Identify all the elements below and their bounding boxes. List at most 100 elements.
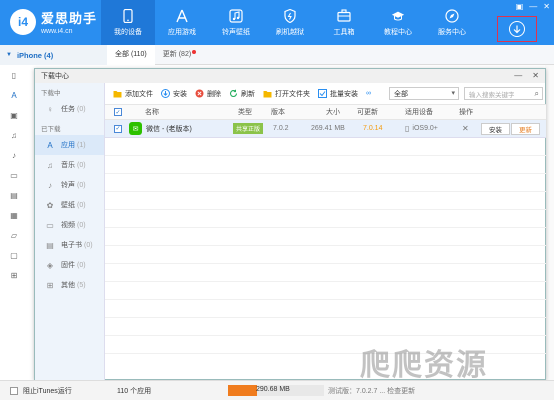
tab-updates[interactable]: 更新 (82) bbox=[155, 45, 199, 65]
book-icon: ▤ bbox=[46, 240, 54, 250]
header-device[interactable]: 适用设备 bbox=[405, 105, 433, 119]
add-file-button[interactable]: 添加文件 bbox=[113, 89, 153, 99]
video-icon[interactable]: ▭ bbox=[0, 165, 28, 185]
link-icon[interactable]: ∞ bbox=[366, 90, 371, 97]
select-all-checkbox[interactable]: ✓ bbox=[114, 108, 122, 116]
video-icon: ▭ bbox=[46, 220, 54, 230]
refresh-icon bbox=[229, 89, 238, 98]
download-icon bbox=[509, 21, 525, 37]
graduation-icon bbox=[391, 9, 405, 23]
empty-row bbox=[105, 282, 546, 300]
sidebar-item-apps[interactable]: A 应用 (1) bbox=[35, 135, 104, 155]
search-icon: ⌕ bbox=[534, 89, 539, 98]
table-row[interactable]: ✓ ✉ 微信 - (老版本) 共享正版 7.0.2 269.41 MB 7.0.… bbox=[105, 120, 546, 138]
download-center-dialog: 下载中心 — ✕ 下载中 ♀ 任务 (0) 已下载 A 应用 (1) ♫ 音乐 … bbox=[34, 68, 546, 380]
sidebar-item-wallpapers[interactable]: ✿ 壁纸 (0) bbox=[35, 195, 104, 215]
empty-row bbox=[105, 300, 546, 318]
header-type[interactable]: 类型 bbox=[238, 105, 252, 119]
install-button[interactable]: 安装 bbox=[161, 89, 187, 99]
compatible-device: iOS9.0+ bbox=[412, 125, 438, 132]
delete-button[interactable]: 删除 bbox=[195, 89, 221, 99]
folder-icon[interactable]: ▱ bbox=[0, 225, 28, 245]
sidebar-item-firmware[interactable]: ◈ 固件 (0) bbox=[35, 255, 104, 275]
nav-tutorials[interactable]: 教程中心 bbox=[371, 0, 425, 45]
sidebar-item-ebooks[interactable]: ▤ 电子书 (0) bbox=[35, 235, 104, 255]
lightbulb-icon: ♀ bbox=[47, 104, 53, 114]
batch-install-button[interactable]: 批量安装 bbox=[318, 89, 358, 99]
tab-all[interactable]: 全部 (110) bbox=[107, 45, 155, 65]
book-icon[interactable]: ▤ bbox=[0, 185, 28, 205]
nav-label: 铃声壁纸 bbox=[222, 28, 250, 36]
button-label: 安装 bbox=[173, 90, 187, 98]
image-icon[interactable]: ▣ bbox=[0, 105, 28, 125]
nav-toolbox[interactable]: 工具箱 bbox=[317, 0, 371, 45]
compass-icon bbox=[445, 8, 459, 23]
logo-mark: i4 bbox=[10, 8, 36, 35]
grid-icon[interactable]: ⊞ bbox=[0, 265, 28, 285]
file-icon[interactable]: ▦ bbox=[0, 205, 28, 225]
sidebar-item-count: (0) bbox=[77, 261, 86, 269]
window-controls: ▣ — ✕ bbox=[516, 2, 550, 11]
header-size[interactable]: 大小 bbox=[326, 105, 340, 119]
sidebar-item-ringtones[interactable]: ♪ 铃声 (0) bbox=[35, 175, 104, 195]
sidebar-item-other[interactable]: ⊞ 其他 (5) bbox=[35, 275, 104, 295]
table-header: ✓ 名称 类型 版本 大小 可更新 适用设备 操作 bbox=[105, 105, 546, 120]
search-input[interactable]: 输入搜索关键字 ⌕ bbox=[464, 87, 543, 100]
sidebar-item-label: 电子书 bbox=[61, 242, 82, 249]
nav-service-center[interactable]: 服务中心 bbox=[425, 0, 479, 45]
nav-my-device[interactable]: 我的设备 bbox=[101, 0, 155, 45]
folder-icon bbox=[263, 89, 272, 98]
header-name[interactable]: 名称 bbox=[145, 105, 159, 119]
app-name: 微信 - (老版本) bbox=[146, 125, 192, 133]
music-note-icon: ♫ bbox=[47, 160, 53, 170]
button-label: 打开文件夹 bbox=[275, 90, 310, 98]
document-icon[interactable]: ▢ bbox=[0, 245, 28, 265]
dialog-titlebar: 下载中心 — ✕ bbox=[35, 69, 545, 83]
sidebar-item-count: (5) bbox=[77, 281, 86, 289]
sidebar-item-count: (1) bbox=[77, 141, 86, 149]
bell-icon[interactable]: ♪ bbox=[0, 145, 28, 165]
row-checkbox[interactable]: ✓ bbox=[114, 124, 122, 133]
close-icon[interactable]: ✕ bbox=[543, 2, 550, 11]
app-tabs: 全部 (110) 更新 (82) bbox=[107, 45, 554, 65]
main-nav: 我的设备 应用游戏 铃声壁纸 刷机越狱 工具箱 教程中心 服务中心 bbox=[101, 0, 479, 45]
sidebar-item-label: 应用 bbox=[61, 142, 75, 149]
header-updatable[interactable]: 可更新 bbox=[357, 105, 378, 119]
close-icon[interactable]: ✕ bbox=[532, 71, 539, 80]
sidebar-item-videos[interactable]: ▭ 视频 (0) bbox=[35, 215, 104, 235]
minimize-icon[interactable]: — bbox=[514, 71, 522, 80]
nav-ringtones-wallpapers[interactable]: 铃声壁纸 bbox=[209, 0, 263, 45]
empty-row bbox=[105, 174, 546, 192]
device-icon: ▯ bbox=[405, 124, 410, 133]
download-center-button[interactable] bbox=[497, 16, 537, 42]
empty-row bbox=[105, 228, 546, 246]
app-name: 爱思助手 bbox=[41, 11, 98, 26]
device-selector[interactable]: ▼ iPhone (4) bbox=[0, 45, 107, 65]
button-label: 批量安装 bbox=[330, 90, 358, 98]
sidebar-item-music[interactable]: ♫ 音乐 (0) bbox=[35, 155, 104, 175]
header-version[interactable]: 版本 bbox=[271, 105, 285, 119]
remove-icon[interactable]: ✕ bbox=[462, 120, 469, 137]
grid-icon: ⊞ bbox=[46, 280, 54, 290]
nav-apps-games[interactable]: 应用游戏 bbox=[155, 0, 209, 45]
apps-icon[interactable]: A bbox=[0, 85, 28, 105]
storage-used-text: 290.68 MB bbox=[256, 386, 290, 393]
sidebar-item-tasks[interactable]: ♀ 任务 (0) bbox=[35, 99, 104, 119]
refresh-button[interactable]: 刷新 bbox=[229, 89, 255, 99]
minimize-icon[interactable]: — bbox=[529, 2, 537, 11]
select-value: 全部 bbox=[394, 90, 408, 98]
menu-icon[interactable]: ▣ bbox=[516, 2, 524, 11]
watermark: 爬爬资源 bbox=[360, 349, 488, 382]
flower-icon: ✿ bbox=[46, 200, 54, 210]
search-placeholder: 输入搜索关键字 bbox=[469, 91, 515, 99]
phone-icon[interactable]: ▯ bbox=[0, 65, 28, 85]
block-itunes-checkbox[interactable] bbox=[10, 386, 18, 395]
filter-select[interactable]: 全部 ▾ bbox=[389, 87, 459, 100]
nav-flash-jailbreak[interactable]: 刷机越狱 bbox=[263, 0, 317, 45]
update-row-button[interactable]: 更新 bbox=[511, 122, 540, 135]
music-icon[interactable]: ♫ bbox=[0, 125, 28, 145]
install-row-button[interactable]: 安装 bbox=[481, 122, 510, 135]
type-badge: 共享正版 bbox=[233, 123, 264, 134]
open-folder-button[interactable]: 打开文件夹 bbox=[263, 89, 310, 99]
sidebar-item-count: (0) bbox=[77, 105, 86, 113]
